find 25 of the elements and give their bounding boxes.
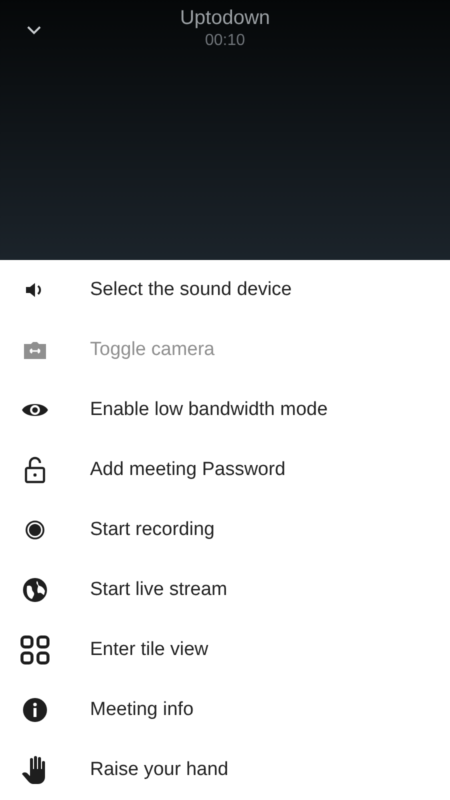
menu-item-label: Select the sound device (90, 279, 292, 301)
record-icon (25, 520, 45, 540)
globe-icon (22, 577, 48, 603)
conference-title: Uptodown (180, 6, 270, 30)
menu-item[interactable]: Select the sound device (0, 260, 450, 320)
menu-item[interactable]: Add meeting Password (0, 440, 450, 500)
unlocked-padlock-icon (24, 456, 46, 484)
menu-item[interactable]: Enable low bandwidth mode (0, 380, 450, 440)
call-duration: 00:10 (204, 31, 246, 51)
menu-item[interactable]: Meeting info (0, 680, 450, 740)
menu-item[interactable]: Start recording (0, 500, 450, 560)
tile-grid-icon (20, 635, 50, 665)
menu-item-label: Raise your hand (90, 759, 228, 781)
menu-item[interactable]: Start live stream (0, 560, 450, 620)
info-icon (22, 697, 48, 723)
menu-item[interactable]: Raise your hand (0, 740, 450, 800)
menu-item-label: Toggle camera (90, 339, 215, 361)
menu-item-label: Enter tile view (90, 639, 208, 661)
menu-item-label: Start recording (90, 519, 215, 541)
menu-item[interactable]: Enter tile view (0, 620, 450, 680)
menu-item-label: Add meeting Password (90, 459, 286, 481)
menu-item-label: Start live stream (90, 579, 228, 601)
chevron-down-icon (26, 25, 42, 35)
menu-item-label: Meeting info (90, 699, 194, 721)
menu-item-label: Enable low bandwidth mode (90, 399, 328, 421)
